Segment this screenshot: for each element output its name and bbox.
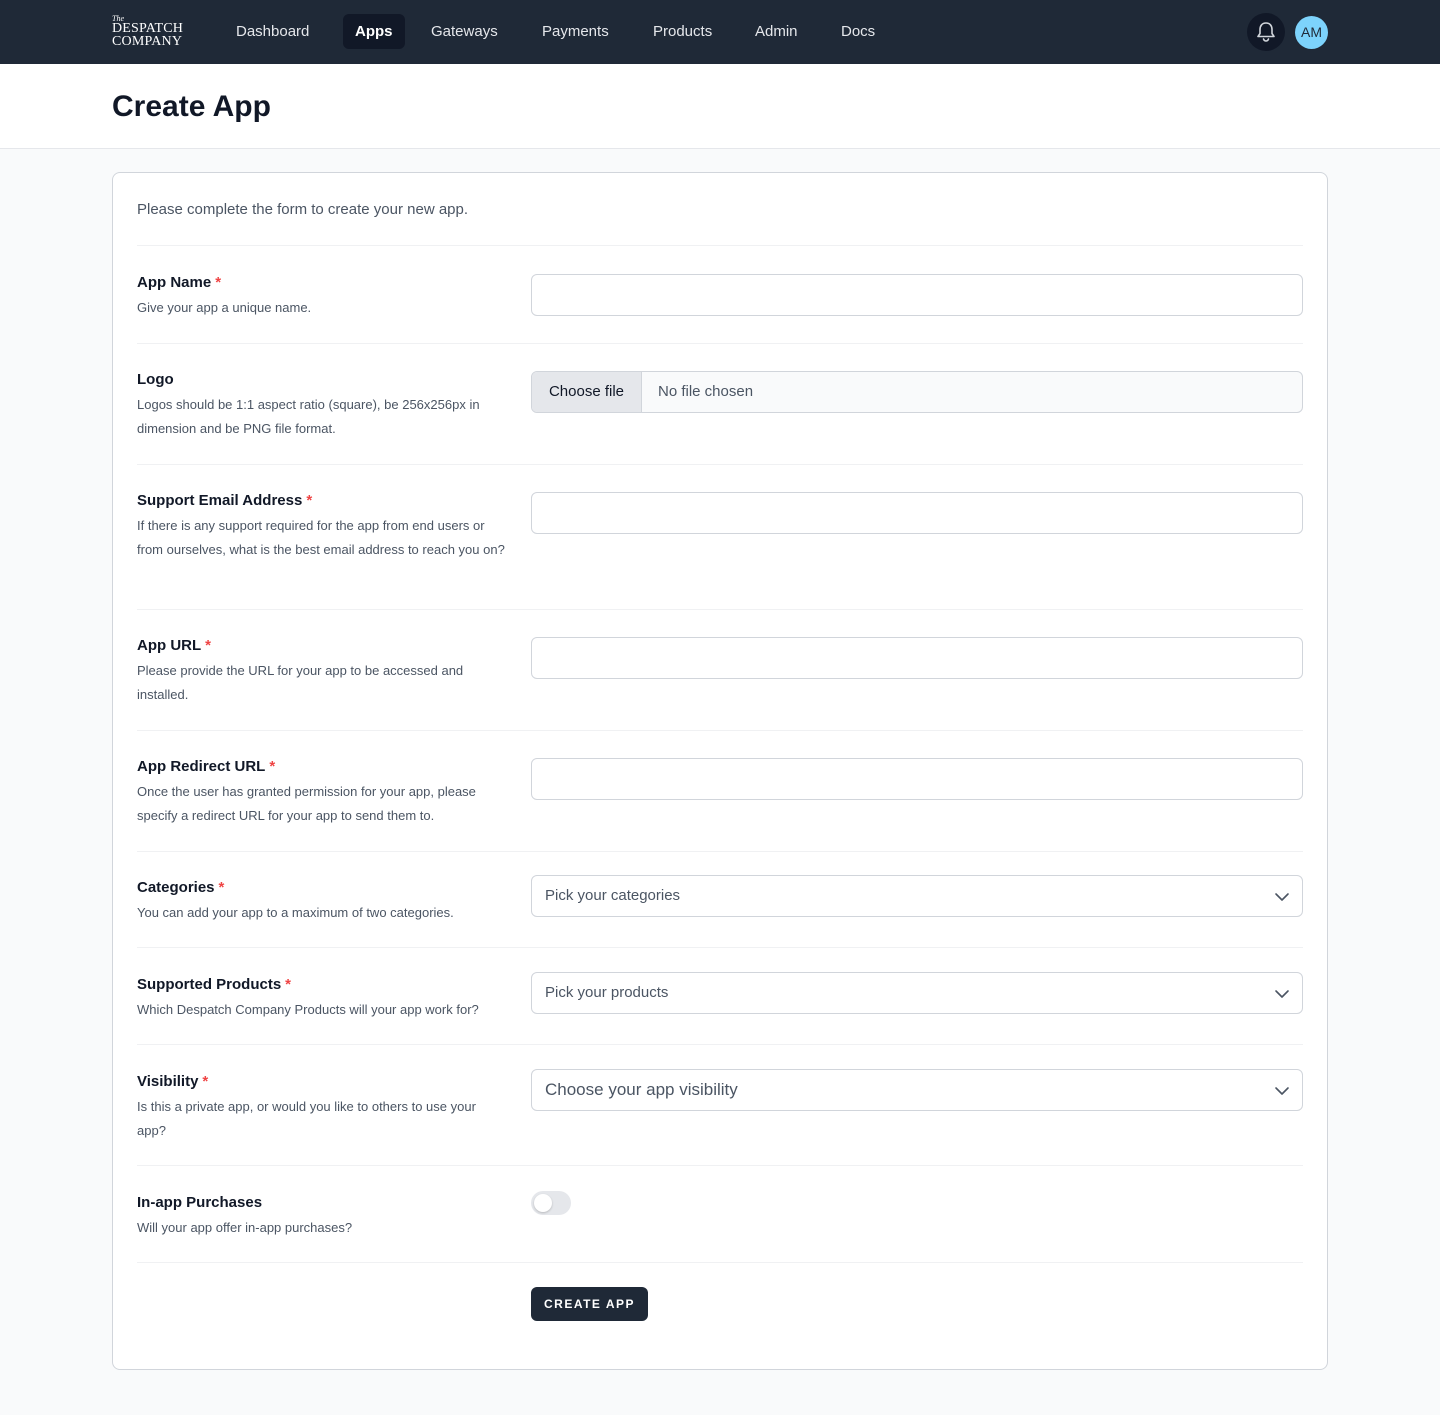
nav-item-docs[interactable]: Docs	[829, 14, 887, 49]
divider	[137, 343, 1303, 344]
divider	[137, 1165, 1303, 1166]
nav-item-dashboard[interactable]: Dashboard	[224, 14, 321, 49]
required-marker: *	[205, 637, 211, 654]
redirect-url-label: App Redirect URL *	[137, 758, 276, 775]
visibility-select[interactable]: Choose your app visibility	[531, 1069, 1303, 1111]
visibility-label: Visibility *	[137, 1073, 209, 1090]
logo-file-input[interactable]: Choose file No file chosen	[531, 371, 1303, 413]
notifications-button[interactable]	[1247, 13, 1285, 51]
app-name-label: App Name *	[137, 274, 222, 291]
required-marker: *	[306, 492, 313, 509]
app-url-label: App URL *	[137, 637, 211, 654]
app-name-input[interactable]	[531, 274, 1303, 316]
app-url-help: Please provide the URL for your app to b…	[137, 663, 464, 702]
divider	[137, 1044, 1303, 1045]
user-avatar[interactable]: AM	[1295, 16, 1328, 49]
categories-label: Categories *	[137, 879, 225, 896]
nav-item-admin[interactable]: Admin	[743, 14, 810, 49]
choose-file-button[interactable]: Choose file	[532, 372, 642, 412]
categories-placeholder: Pick your categories	[545, 887, 681, 904]
products-placeholder: Pick your products	[545, 984, 669, 1001]
app-name-help: Give your app a unique name.	[137, 300, 312, 315]
logo-line-2: COMPANY	[112, 34, 183, 49]
bell-icon	[1257, 22, 1275, 42]
toggle-knob	[534, 1194, 552, 1212]
logo-label: Logo	[137, 371, 174, 388]
nav-item-products[interactable]: Products	[641, 14, 724, 49]
page-header: Create App	[0, 64, 1440, 149]
despatch-company-logo[interactable]: The DESPATCH COMPANY	[112, 15, 192, 51]
required-marker: *	[202, 1073, 209, 1090]
nav-item-gateways[interactable]: Gateways	[419, 14, 510, 49]
required-marker: *	[269, 758, 276, 775]
divider	[137, 851, 1303, 852]
in-app-purchases-help: Will your app offer in-app purchases?	[137, 1220, 353, 1235]
visibility-help: Is this a private app, or would you like…	[137, 1099, 476, 1138]
create-app-button[interactable]: CREATE APP	[531, 1287, 648, 1321]
divider	[137, 609, 1303, 610]
supported-products-select[interactable]: Pick your products	[531, 972, 1303, 1014]
in-app-purchases-label: In-app Purchases	[137, 1194, 263, 1211]
divider	[137, 947, 1303, 948]
chevron-down-icon	[1275, 1087, 1289, 1095]
file-status: No file chosen	[658, 383, 754, 400]
nav-item-apps[interactable]: Apps	[343, 14, 405, 49]
divider	[137, 245, 1303, 246]
support-email-input[interactable]	[531, 492, 1303, 534]
chevron-down-icon	[1275, 893, 1289, 901]
categories-help: You can add your app to a maximum of two…	[137, 905, 454, 920]
create-app-form: Please complete the form to create your …	[112, 172, 1328, 1370]
top-navigation-bar: The DESPATCH COMPANY Dashboard Apps Gate…	[0, 0, 1440, 64]
redirect-url-help: Once the user has granted permission for…	[137, 784, 476, 823]
required-marker: *	[285, 976, 292, 993]
form-intro: Please complete the form to create your …	[137, 201, 469, 218]
supported-products-help: Which Despatch Company Products will you…	[137, 1002, 479, 1017]
page-title: Create App	[112, 90, 271, 123]
nav-item-payments[interactable]: Payments	[530, 14, 621, 49]
logo-help: Logos should be 1:1 aspect ratio (square…	[137, 397, 480, 436]
support-email-help: If there is any support required for the…	[137, 518, 505, 557]
support-email-label: Support Email Address *	[137, 492, 313, 509]
in-app-purchases-toggle[interactable]	[531, 1191, 571, 1215]
chevron-down-icon	[1275, 990, 1289, 998]
app-url-input[interactable]	[531, 637, 1303, 679]
visibility-placeholder: Choose your app visibility	[545, 1080, 738, 1099]
supported-products-label: Supported Products *	[137, 976, 292, 993]
categories-select[interactable]: Pick your categories	[531, 875, 1303, 917]
redirect-url-input[interactable]	[531, 758, 1303, 800]
divider	[137, 1262, 1303, 1263]
required-marker: *	[218, 879, 225, 896]
divider	[137, 730, 1303, 731]
required-marker: *	[215, 274, 222, 291]
divider	[137, 464, 1303, 465]
